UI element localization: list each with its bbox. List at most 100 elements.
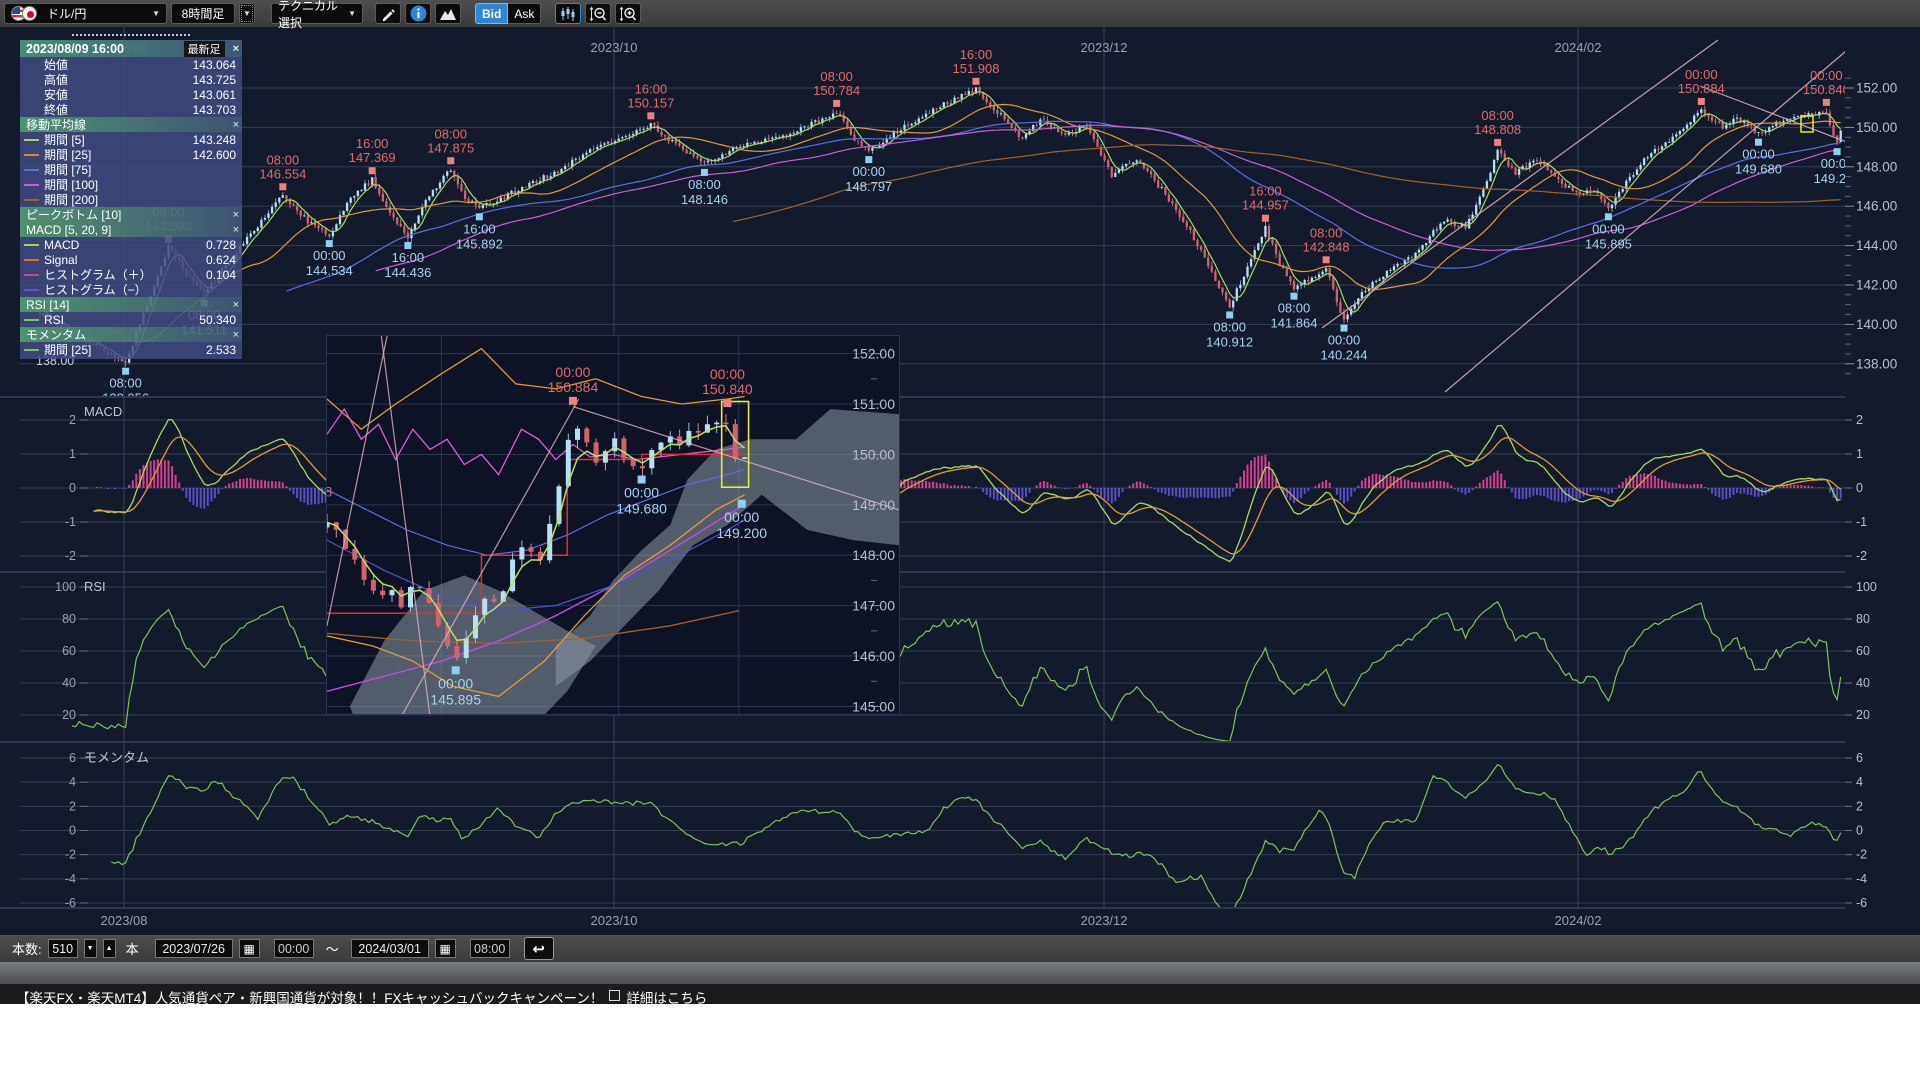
svg-text:-1: -1 — [1856, 515, 1867, 529]
svg-text:145.895: 145.895 — [1585, 236, 1632, 251]
svg-text:08:00: 08:00 — [1213, 319, 1246, 334]
close-icon[interactable]: × — [233, 224, 239, 236]
svg-text:08:00: 08:00 — [267, 152, 300, 167]
svg-text:144.534: 144.534 — [306, 263, 353, 278]
technical-select-label: テクニカル選択 — [278, 0, 344, 31]
close-icon[interactable]: × — [233, 329, 239, 341]
legend-row: 期間 [100] — [20, 177, 242, 192]
close-icon[interactable]: × — [233, 43, 239, 55]
legend-swatch-icon — [24, 349, 39, 351]
close-icon[interactable]: × — [233, 119, 239, 131]
currency-pair-select[interactable]: ドル/円 ▼ — [4, 3, 167, 24]
info-icon — [410, 5, 427, 22]
info-button[interactable] — [405, 3, 431, 24]
count-decrement-button[interactable]: ▼ — [84, 939, 97, 958]
svg-text:150.884: 150.884 — [548, 379, 599, 395]
technical-select-button[interactable]: テクニカル選択 ▼ — [271, 3, 363, 24]
bar-datetime: 2023/08/09 16:00 — [26, 42, 124, 56]
svg-text:142.848: 142.848 — [1303, 239, 1350, 254]
bid-button[interactable]: Bid — [475, 3, 508, 24]
zoom-out-icon — [589, 6, 607, 22]
timeframe-select[interactable]: 8時間足 — [171, 3, 235, 24]
svg-text:00:00: 00:00 — [853, 164, 886, 179]
draw-tool-button[interactable] — [375, 3, 401, 24]
svg-text:80: 80 — [1856, 612, 1870, 626]
svg-text:08:00: 08:00 — [688, 177, 721, 192]
svg-text:08:00: 08:00 — [434, 126, 467, 141]
svg-text:-4: -4 — [65, 872, 76, 886]
svg-text:140.244: 140.244 — [1321, 348, 1368, 363]
to-date-input[interactable]: 2024/03/01 — [351, 939, 429, 958]
legend-value: 2.533 — [206, 343, 236, 357]
to-date-calendar-button[interactable]: ▦ — [435, 939, 456, 958]
close-icon[interactable]: × — [233, 299, 239, 311]
spin-down-icon: ▼ — [87, 945, 94, 952]
from-date-calendar-button[interactable]: ▦ — [239, 939, 260, 958]
legend-row: ヒストグラム（−） — [20, 282, 242, 297]
svg-text:-4: -4 — [1856, 872, 1867, 886]
svg-text:6: 6 — [1856, 751, 1863, 765]
pencil-icon — [380, 6, 396, 22]
legend-label: RSI — [44, 313, 64, 327]
reset-icon: ↩ — [532, 940, 545, 958]
indicator-section-header: 移動平均線× — [20, 117, 242, 132]
main-chart[interactable]: 2023/082023/102023/122024/022023/082023/… — [0, 0, 1920, 935]
svg-text:146.00: 146.00 — [852, 648, 895, 664]
svg-text:-2: -2 — [1856, 549, 1867, 563]
jp-flag-icon — [22, 6, 37, 21]
candle-zoom-button[interactable] — [555, 3, 581, 24]
ohlc-row: 高値143.725 — [20, 72, 242, 87]
close-icon[interactable]: × — [233, 209, 239, 221]
svg-text:2: 2 — [69, 413, 76, 427]
svg-text:00:00: 00:00 — [1685, 67, 1718, 82]
svg-text:20: 20 — [62, 708, 76, 722]
svg-text:08:00: 08:00 — [1481, 108, 1514, 123]
legend-swatch-icon — [24, 319, 39, 321]
bar-unit-label: 本 — [126, 939, 139, 958]
svg-text:00:00: 00:00 — [1328, 333, 1361, 348]
svg-text:149.200: 149.200 — [716, 525, 767, 541]
svg-text:150.00: 150.00 — [1856, 120, 1897, 135]
svg-text:0: 0 — [1856, 481, 1863, 495]
campaign-banner[interactable]: 【楽天FX・楽天MT4】人気通貨ペア・新興国通貨が対象！！FXキャッシュバックキ… — [0, 984, 1920, 1004]
ask-button[interactable]: Ask — [508, 3, 541, 24]
timeframe-dropdown-button[interactable]: ▼ — [239, 3, 255, 24]
latest-bar-badge: 最新足 — [184, 41, 225, 57]
to-time-input[interactable]: 08:00 — [470, 939, 510, 958]
svg-text:40: 40 — [62, 676, 76, 690]
legend-swatch-icon — [24, 169, 39, 171]
from-date-input[interactable]: 2023/07/26 — [155, 939, 233, 958]
zoom-out-button[interactable] — [585, 3, 611, 24]
inset-chart[interactable]: 08:00148.80800:00150.88400:00150.84000:0… — [326, 335, 900, 715]
bar-count-input[interactable]: 510 — [48, 939, 78, 958]
svg-text:2023/10: 2023/10 — [591, 40, 638, 55]
svg-text:00:00: 00:00 — [438, 675, 473, 691]
svg-text:145.895: 145.895 — [430, 691, 481, 707]
bar-count-label: 本数: — [12, 939, 42, 958]
reset-range-button[interactable]: ↩ — [524, 937, 554, 960]
svg-text:4: 4 — [69, 775, 76, 789]
drag-handle-icon[interactable] — [71, 33, 191, 38]
data-window-header: 2023/08/09 16:00 最新足 × — [20, 40, 242, 57]
data-window-panel[interactable]: 2023/08/09 16:00 最新足 × 始値143.064高値143.72… — [20, 40, 242, 359]
legend-row: 期間 [75] — [20, 162, 242, 177]
chart-style-button[interactable] — [435, 3, 461, 24]
svg-text:モメンタム: モメンタム — [84, 750, 149, 765]
svg-text:138.00: 138.00 — [1856, 356, 1897, 371]
svg-text:148.808: 148.808 — [1474, 122, 1521, 137]
from-time-input[interactable]: 00:00 — [274, 939, 314, 958]
svg-text:00:00: 00:00 — [1742, 147, 1775, 162]
svg-text:2: 2 — [1856, 413, 1863, 427]
count-increment-button[interactable]: ▲ — [103, 939, 116, 958]
zoom-in-button[interactable] — [615, 3, 641, 24]
svg-text:146.554: 146.554 — [259, 166, 306, 181]
svg-text:RSI: RSI — [84, 579, 106, 594]
legend-label: ヒストグラム（−） — [44, 281, 147, 298]
legend-swatch-icon — [24, 199, 39, 201]
svg-text:147.369: 147.369 — [349, 150, 396, 165]
legend-value: 0.624 — [206, 253, 236, 267]
banner-link[interactable]: 詳細はこちら — [626, 987, 707, 1004]
svg-text:60: 60 — [62, 644, 76, 658]
section-title: ピークボトム [10] — [26, 206, 121, 223]
svg-text:147.875: 147.875 — [427, 140, 474, 155]
